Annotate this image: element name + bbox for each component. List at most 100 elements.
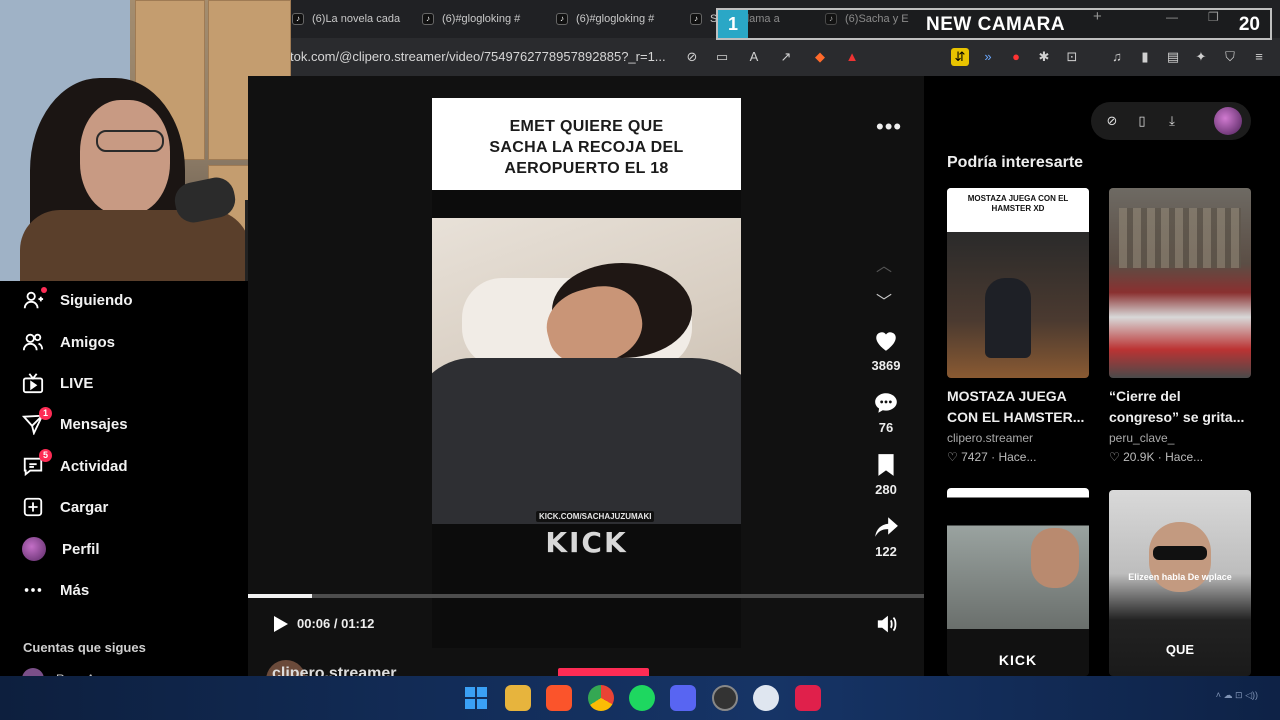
more-options-icon[interactable]: ••• [876, 114, 902, 140]
file-explorer-icon[interactable] [505, 685, 531, 711]
card-stats: ♡ 7427 · Hace... [947, 450, 1037, 464]
record-icon[interactable]: ● [1007, 48, 1025, 66]
card-title: MOSTAZA JUEGA CON EL HAMSTER... [947, 388, 1085, 425]
card-stats: ♡ 20.9K · Hace... [1109, 450, 1204, 464]
thumbnail-caption: MOSTAZA JUEGA CON EL HAMSTER XD [947, 188, 1089, 232]
following-icon [22, 287, 47, 311]
thumbnail-caption-secondary: QUE [1165, 642, 1195, 657]
leo-ai-icon[interactable]: ✦ [1192, 48, 1210, 66]
discord-icon[interactable] [670, 685, 696, 711]
sidebar-item-cargar[interactable]: Cargar [22, 492, 108, 522]
recommended-video-card[interactable]: “Cierre del congreso” se grita... peru_cl… [1109, 188, 1251, 464]
play-button[interactable] [270, 614, 290, 634]
top-right-toolbar: ⊘ ▯ ⤓ [1091, 102, 1251, 140]
share-icon [873, 514, 899, 540]
mobile-icon[interactable]: ▯ [1133, 112, 1151, 130]
friends-icon [22, 331, 44, 353]
heart-icon [873, 328, 899, 354]
volume-button[interactable] [876, 614, 898, 634]
obs-icon[interactable] [712, 685, 738, 711]
card-title: “Cierre del congreso” se grita... [1109, 388, 1245, 425]
kick-url-label: KICK.COM/SACHAJUZUMAKI [536, 511, 655, 522]
recommended-video-card[interactable]: Elizeen habla De wplace QUE [1109, 490, 1251, 676]
sidebar-item-siguiendo[interactable]: Siguiendo [22, 285, 133, 315]
screenshot-icon[interactable]: ⊡ [1063, 48, 1081, 66]
chevron-up-icon[interactable]: ︿ [876, 252, 892, 276]
comment-button[interactable]: 76 [860, 390, 912, 435]
comment-count: 76 [878, 420, 894, 435]
browser-tab[interactable]: ♪ (6)#glogloking # [422, 6, 537, 32]
url-field[interactable]: tok.com/@clipero.streamer/video/75497627… [290, 49, 670, 64]
share-count: 122 [875, 544, 897, 559]
pocket-icon[interactable] [795, 685, 821, 711]
video-frame [432, 218, 741, 524]
thumbnail-caption: Elizeen habla De wplace [1128, 572, 1232, 582]
video-progress-bar[interactable] [248, 594, 924, 598]
video-thumbnail: Elizeen habla De wplace QUE [1109, 490, 1251, 676]
thumbnail-caption: KICK [998, 652, 1038, 668]
windows-start-icon[interactable] [463, 685, 489, 711]
no-tracking-icon[interactable]: ⊘ [683, 48, 701, 66]
card-author: clipero.streamer [947, 431, 1034, 445]
compass-icon[interactable]: ⊘ [1103, 112, 1121, 130]
brave-shield-icon[interactable]: ◆ [811, 48, 829, 66]
chrome-icon[interactable] [588, 685, 614, 711]
wallet-icon[interactable]: ▤ [1164, 48, 1182, 66]
sidebar-item-mensajes[interactable]: 1 Mensajes [21, 407, 128, 439]
notification-dot [41, 287, 47, 293]
tiktok-icon: ♪ [556, 13, 568, 25]
app-icon[interactable] [753, 685, 779, 711]
browser-tab[interactable]: ♪ (6)La novela cada [292, 6, 402, 32]
brave-browser-icon[interactable] [546, 685, 572, 711]
video-progress-fill [248, 594, 312, 598]
sidebar-toggle-icon[interactable]: ▮ [1136, 48, 1154, 66]
sidebar-item-label: LIVE [60, 374, 94, 392]
sidebar-item-label: Perfil [62, 540, 100, 558]
save-count: 280 [875, 482, 897, 497]
video-caption: EMET QUIERE QUE SACHA LA RECOJA DEL AERO… [432, 98, 741, 190]
avatar [22, 537, 46, 561]
save-button[interactable]: 280 [860, 452, 912, 497]
video-player[interactable]: EMET QUIERE QUE SACHA LA RECOJA DEL AERO… [432, 98, 741, 648]
translate-icon[interactable]: A [745, 48, 763, 66]
music-icon[interactable]: ♫ [1108, 48, 1126, 66]
activity-icon: 5 [22, 449, 52, 477]
messages-badge: 1 [39, 407, 52, 420]
puzzle-icon[interactable]: ✱ [1035, 48, 1053, 66]
cast-icon[interactable]: ▭ [713, 48, 731, 66]
share-button[interactable]: 122 [860, 514, 912, 559]
rewards-icon[interactable]: ▲ [843, 48, 861, 66]
sidebar-item-live[interactable]: LIVE [22, 368, 93, 398]
sidebar-item-perfil[interactable]: Perfil [22, 534, 100, 564]
webcam-body [20, 210, 250, 281]
avatar[interactable] [1214, 107, 1242, 135]
like-button[interactable]: 3869 [860, 328, 912, 373]
share-icon[interactable]: ↗ [777, 48, 795, 66]
download-icon[interactable]: ⤓ [1163, 112, 1181, 130]
upload-icon [22, 496, 44, 518]
menu-icon[interactable]: ≡ [1250, 48, 1268, 66]
extension-icon[interactable]: ⇵ [951, 48, 969, 66]
vpn-icon[interactable]: ⛉ [1221, 48, 1239, 66]
wallet-icon[interactable]: » [979, 48, 997, 66]
sidebar-item-mas[interactable]: Más [22, 575, 89, 605]
video-timecode: 00:06 / 01:12 [297, 616, 375, 631]
caption-line: SACHA LA RECOJA DEL [489, 139, 684, 156]
sidebar-item-label: Actividad [60, 457, 128, 475]
spotify-icon[interactable] [629, 685, 655, 711]
recommended-video-card[interactable]: MOSTAZA JUEGA CON EL HAMSTER XD MOSTAZA … [947, 188, 1089, 464]
recommended-video-card[interactable]: KICK [947, 488, 1089, 676]
live-icon [22, 372, 44, 394]
overlay-title: NEW CAMARA [926, 14, 1066, 35]
video-thumbnail: MOSTAZA JUEGA CON EL HAMSTER XD [947, 188, 1089, 378]
sidebar-item-actividad[interactable]: 5 Actividad [22, 449, 128, 481]
system-tray[interactable]: ˄ ☁ ⊡ ◁)) [1216, 690, 1258, 701]
sidebar-item-label: Más [60, 581, 90, 599]
comment-icon [873, 390, 899, 416]
following-accounts-title: Cuentas que sigues [23, 640, 146, 655]
tiktok-icon: ♪ [422, 13, 434, 25]
browser-tab[interactable]: ♪ (6)#glogloking # [556, 6, 671, 32]
tiktok-icon: ♪ [690, 13, 702, 25]
sidebar-item-amigos[interactable]: Amigos [22, 327, 115, 357]
chevron-down-icon[interactable]: ﹀ [876, 288, 892, 312]
